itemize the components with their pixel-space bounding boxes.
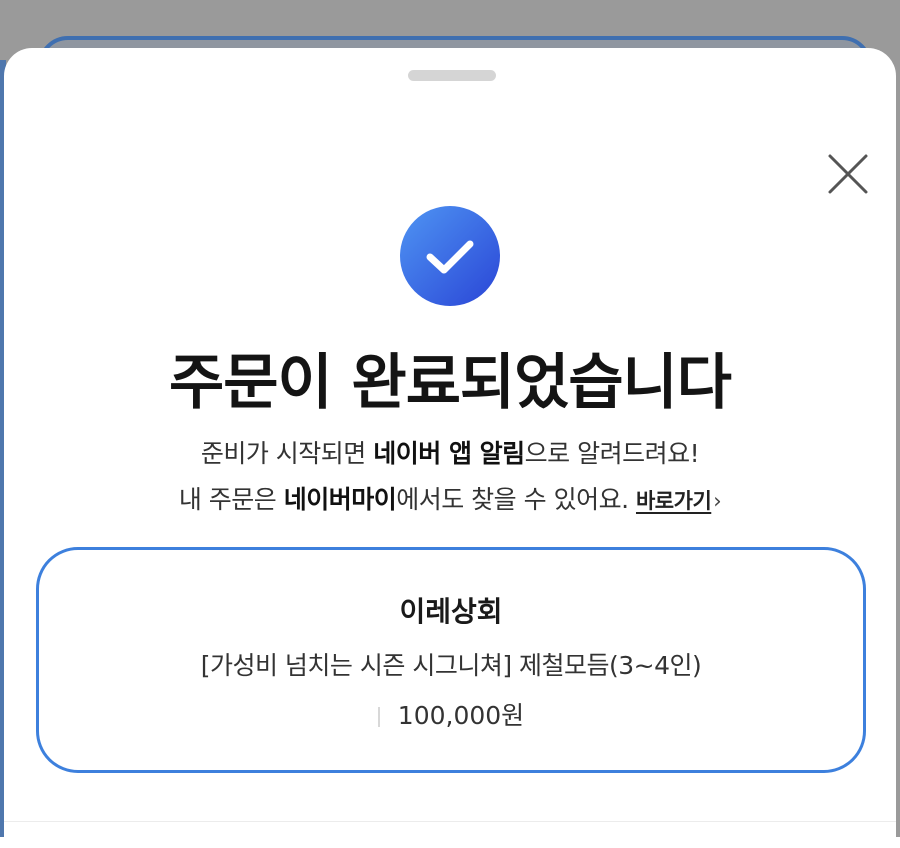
product-name: [가성비 넘치는 시즌 시그니쳐] 제철모듬(3~4인) — [200, 651, 702, 680]
go-to-link[interactable]: 바로가기 — [636, 489, 712, 513]
close-icon — [828, 154, 868, 194]
desc-line1-bold: 네이버 앱 알림 — [373, 439, 525, 468]
order-price: 100,000원 — [397, 701, 525, 730]
desc-line2-bold: 네이버마이 — [283, 485, 397, 514]
desc-line2-pre: 내 주문은 — [178, 485, 284, 514]
store-name: 이레상회 — [399, 595, 503, 628]
desc-line2-post: 에서도 찾을 수 있어요. — [396, 485, 636, 514]
price-row: 100,000원 — [39, 696, 863, 732]
notification-description: 준비가 시작되면 네이버 앱 알림으로 알려드려요! — [4, 434, 896, 470]
desc-line1-pre: 준비가 시작되면 — [200, 439, 374, 468]
my-orders-description: 내 주문은 네이버마이에서도 찾을 수 있어요. 바로가기› — [4, 480, 896, 516]
check-circle-icon — [400, 206, 500, 306]
chevron-right-icon[interactable]: › — [713, 489, 721, 513]
desc-line1-post: 으로 알려드려요! — [524, 439, 700, 468]
divider — [377, 707, 380, 727]
order-complete-sheet: 주문이 완료되었습니다 준비가 시작되면 네이버 앱 알림으로 알려드려요! 내… — [4, 48, 896, 848]
divider-line — [4, 821, 896, 822]
order-summary-card: 이레상회 [가성비 넘치는 시즌 시그니쳐] 제철모듬(3~4인) 100,00… — [36, 547, 866, 773]
close-button[interactable] — [826, 152, 870, 196]
drag-handle[interactable] — [408, 70, 496, 81]
page-title: 주문이 완료되었습니다 — [169, 348, 732, 418]
